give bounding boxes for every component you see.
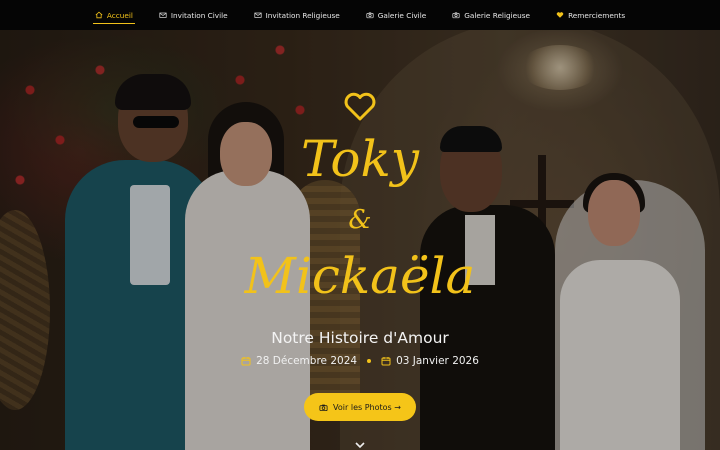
couple-name-second: Mickaëla <box>244 247 476 305</box>
view-photos-button[interactable]: Voir les Photos → <box>304 393 416 421</box>
nav-item-galerie-religieuse[interactable]: Galerie Religieuse <box>448 0 534 30</box>
separator-dot <box>367 359 372 363</box>
nav-label: Remerciements <box>568 10 626 20</box>
ampersand: & <box>348 205 372 235</box>
calendar-icon <box>381 357 391 366</box>
camera-icon <box>452 12 460 19</box>
chevron-down-icon[interactable] <box>354 440 366 450</box>
home-icon <box>95 11 103 19</box>
nav-item-invitation-civile[interactable]: Invitation Civile <box>155 0 232 30</box>
mail-icon <box>159 12 167 18</box>
top-nav: Accueil Invitation Civile Invitation Rel… <box>0 0 720 30</box>
nav-label: Invitation Civile <box>170 10 228 20</box>
nav-item-galerie-civile[interactable]: Galerie Civile <box>362 0 430 30</box>
mail-icon <box>254 12 262 18</box>
nav-label: Galerie Religieuse <box>464 10 531 20</box>
nav-item-accueil[interactable]: Accueil <box>91 0 137 30</box>
nav-label: Invitation Religieuse <box>265 10 340 20</box>
couple-name-first: Toky <box>300 130 420 188</box>
calendar-icon <box>241 357 251 366</box>
date-text: 03 Janvier 2026 <box>396 355 479 367</box>
date-religieuse: 03 Janvier 2026 <box>381 355 479 367</box>
hero-subtitle: Notre Histoire d'Amour <box>271 329 449 347</box>
nav-label: Galerie Civile <box>377 10 427 20</box>
date-text: 28 Décembre 2024 <box>256 355 358 367</box>
date-civile: 28 Décembre 2024 <box>241 355 357 367</box>
heart-icon <box>556 12 564 18</box>
camera-icon <box>366 12 374 19</box>
wedding-dates: 28 Décembre 2024 03 Janvier 2026 <box>0 355 720 367</box>
nav-item-invitation-religieuse[interactable]: Invitation Religieuse <box>250 0 344 30</box>
view-photos-label: Voir les Photos → <box>333 402 401 412</box>
camera-icon <box>319 404 328 411</box>
heart-icon <box>344 92 376 121</box>
nav-item-remerciements[interactable]: Remerciements <box>552 0 629 30</box>
nav-label: Accueil <box>106 10 133 20</box>
